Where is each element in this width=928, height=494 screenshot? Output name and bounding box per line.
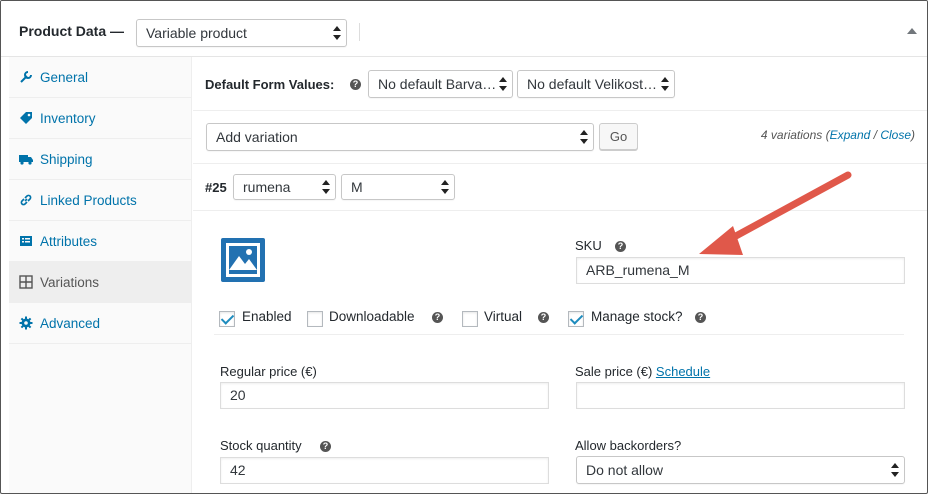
manage-stock-checkbox[interactable] xyxy=(568,311,584,327)
tab-label: Linked Products xyxy=(40,193,137,208)
tab-label: Advanced xyxy=(40,316,101,331)
select-arrows-icon xyxy=(891,463,899,477)
tab-attributes[interactable]: Attributes xyxy=(9,221,192,262)
virtual-label: Virtual xyxy=(484,309,523,324)
backorders-value: Do not allow xyxy=(586,462,664,478)
regular-price-label: Regular price (€) xyxy=(220,364,317,379)
collapse-toggle-icon[interactable] xyxy=(907,28,917,34)
default-color-value: No default Barva… xyxy=(378,76,497,92)
annotation-arrow-icon xyxy=(699,171,852,255)
tab-shipping[interactable]: Shipping xyxy=(9,139,192,180)
tab-inventory[interactable]: Inventory xyxy=(9,98,192,139)
select-arrows-icon xyxy=(499,77,507,91)
default-size-select[interactable]: No default Velikost… xyxy=(517,70,675,98)
variation-color-value: rumena xyxy=(243,179,291,195)
manage-stock-label: Manage stock? xyxy=(591,309,683,324)
downloadable-checkbox[interactable] xyxy=(307,311,323,327)
variation-size-select[interactable]: M xyxy=(341,174,455,200)
wrench-icon xyxy=(20,71,32,83)
stock-quantity-input[interactable]: 42 xyxy=(220,457,549,484)
help-icon[interactable]: ? xyxy=(538,312,549,323)
slash-separator: / xyxy=(870,128,881,142)
grid-icon xyxy=(19,275,33,289)
select-arrows-icon xyxy=(661,77,669,91)
product-type-value: Variable product xyxy=(146,25,247,41)
gear-icon xyxy=(19,316,33,330)
tab-label: Shipping xyxy=(40,152,93,167)
tab-advanced[interactable]: Advanced xyxy=(9,303,192,344)
schedule-link[interactable]: Schedule xyxy=(656,364,710,379)
enabled-label: Enabled xyxy=(242,309,292,324)
default-size-value: No default Velikost… xyxy=(527,76,657,92)
variation-color-select[interactable]: rumena xyxy=(233,174,336,200)
tag-icon xyxy=(20,112,32,124)
stock-quantity-label: Stock quantity xyxy=(220,438,302,453)
default-form-values-label: Default Form Values: xyxy=(205,77,335,92)
close-link[interactable]: Close xyxy=(880,128,911,142)
add-variation-row: Add variation Go 4 variations (Expand / … xyxy=(193,112,927,164)
backorders-select[interactable]: Do not allow xyxy=(576,456,905,484)
default-form-values-row: Default Form Values: ? No default Barva…… xyxy=(193,58,927,111)
sku-label: SKU xyxy=(575,238,602,253)
enabled-checkbox[interactable] xyxy=(219,311,235,327)
add-variation-select[interactable]: Add variation xyxy=(206,123,594,151)
tab-general[interactable]: General xyxy=(9,57,192,98)
list-icon xyxy=(20,236,32,246)
tab-variations[interactable]: Variations xyxy=(9,262,192,303)
help-icon[interactable]: ? xyxy=(695,312,706,323)
variation-size-value: M xyxy=(351,179,363,195)
help-icon[interactable]: ? xyxy=(350,79,361,90)
virtual-checkbox[interactable] xyxy=(462,311,478,327)
variation-image-icon[interactable] xyxy=(221,238,265,282)
help-icon[interactable]: ? xyxy=(615,241,626,252)
sale-price-label: Sale price (€) Schedule xyxy=(575,364,710,379)
link-icon xyxy=(20,194,32,206)
tab-label: Variations xyxy=(40,275,100,290)
variations-count: 4 variations (Expand / Close) xyxy=(761,128,915,142)
go-button[interactable]: Go xyxy=(599,123,638,150)
sale-price-input[interactable] xyxy=(576,382,905,409)
divider xyxy=(214,334,904,335)
sale-price-label-text: Sale price (€) xyxy=(575,364,656,379)
panel-header: Product Data — Variable product xyxy=(1,1,927,57)
regular-price-input[interactable]: 20 xyxy=(220,382,549,409)
select-arrows-icon xyxy=(322,180,330,194)
truck-icon xyxy=(19,155,33,165)
product-data-tabs: General Inventory Shipping Linked Produc… xyxy=(9,57,192,493)
tab-label: General xyxy=(40,70,89,85)
product-type-select[interactable]: Variable product xyxy=(136,19,347,47)
select-arrows-icon xyxy=(333,26,341,40)
add-variation-value: Add variation xyxy=(216,129,298,145)
tab-linked-products[interactable]: Linked Products xyxy=(9,180,192,221)
expand-link[interactable]: Expand xyxy=(830,128,871,142)
select-arrows-icon xyxy=(580,130,588,144)
tab-label: Inventory xyxy=(40,111,96,126)
variations-count-text: 4 variations ( xyxy=(760,128,830,142)
close-paren: ) xyxy=(911,128,915,142)
product-data-panel: Product Data — Variable product General … xyxy=(0,0,928,494)
help-icon[interactable]: ? xyxy=(320,441,331,452)
tab-label: Attributes xyxy=(40,234,98,249)
panel-title: Product Data — xyxy=(19,23,125,39)
help-icon[interactable]: ? xyxy=(432,312,443,323)
select-arrows-icon xyxy=(441,180,449,194)
variation-number: #25 xyxy=(205,180,227,195)
default-color-select[interactable]: No default Barva… xyxy=(368,70,513,98)
downloadable-label: Downloadable xyxy=(329,309,415,324)
header-divider xyxy=(359,23,360,41)
backorders-label: Allow backorders? xyxy=(575,438,682,453)
